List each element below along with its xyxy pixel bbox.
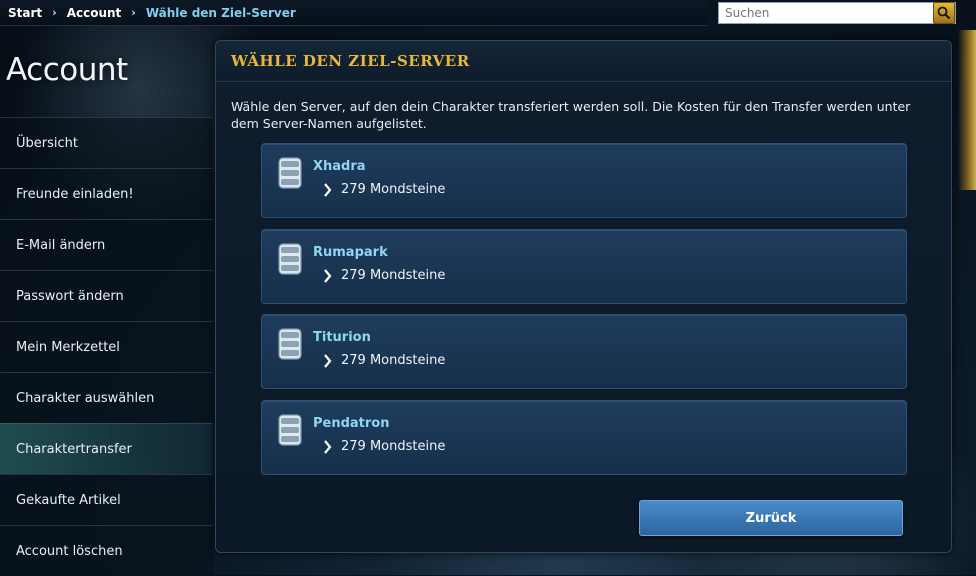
sidebar-item-label: E-Mail ändern	[16, 237, 106, 253]
sidebar-item-label: Passwort ändern	[16, 288, 124, 304]
breadcrumb-chevron-icon: ›	[131, 6, 136, 19]
breadcrumb-start[interactable]: Start	[8, 6, 42, 20]
server-card-xhadra[interactable]: Xhadra 279 Mondsteine	[261, 143, 907, 218]
database-icon	[278, 243, 302, 275]
search-input[interactable]	[718, 2, 956, 24]
chevron-right-icon	[324, 440, 332, 454]
panel-title: WÄHLE DEN ZIEL-SERVER	[231, 52, 470, 70]
sidebar-item-charakter-auswaehlen[interactable]: Charakter auswählen	[0, 372, 213, 423]
sidebar-item-label: Gekaufte Artikel	[16, 492, 121, 508]
chevron-right-icon	[324, 354, 332, 368]
server-name: Pendatron	[313, 416, 390, 431]
server-name: Rumapark	[313, 245, 388, 260]
server-card-pendatron[interactable]: Pendatron 279 Mondsteine	[261, 400, 907, 475]
server-card-rumapark[interactable]: Rumapark 279 Mondsteine	[261, 229, 907, 304]
sidebar-item-freunde-einladen[interactable]: Freunde einladen!	[0, 168, 213, 219]
breadcrumb: Start › Account › Wähle den Ziel-Server	[0, 0, 707, 26]
sidebar-item-label: Mein Merkzettel	[16, 339, 120, 355]
sidebar-item-label: Charakter auswählen	[16, 390, 155, 406]
search-icon	[937, 6, 951, 20]
sidebar-item-gekaufte-artikel[interactable]: Gekaufte Artikel	[0, 474, 213, 525]
sidebar-item-label: Account löschen	[16, 543, 123, 559]
search-button[interactable]	[933, 2, 955, 24]
server-selection-panel: WÄHLE DEN ZIEL-SERVER Wähle den Server, …	[215, 40, 952, 553]
sidebar-item-uebersicht[interactable]: Übersicht	[0, 117, 213, 168]
server-cost: 279 Mondsteine	[341, 439, 446, 454]
sidebar-item-email-aendern[interactable]: E-Mail ändern	[0, 219, 213, 270]
sidebar-item-label: Freunde einladen!	[16, 186, 134, 202]
decorative-gold-edge	[958, 30, 976, 190]
server-card-titurion[interactable]: Titurion 279 Mondsteine	[261, 314, 907, 389]
sidebar-item-label: Übersicht	[16, 135, 78, 151]
sidebar-item-merkzettel[interactable]: Mein Merkzettel	[0, 321, 213, 372]
server-cost: 279 Mondsteine	[341, 353, 446, 368]
database-icon	[278, 414, 302, 446]
panel-intro-text: Wähle den Server, auf den dein Charakter…	[231, 99, 911, 131]
sidebar-item-account-loeschen[interactable]: Account löschen	[0, 525, 213, 576]
sidebar-item-charaktertransfer[interactable]: Charaktertransfer	[0, 423, 213, 474]
chevron-right-icon	[324, 269, 332, 283]
breadcrumb-chevron-icon: ›	[52, 6, 57, 19]
breadcrumb-account[interactable]: Account	[67, 6, 122, 20]
sidebar-nav: Übersicht Freunde einladen! E-Mail änder…	[0, 117, 213, 576]
database-icon	[278, 157, 302, 189]
sidebar-title: Account	[6, 52, 128, 88]
server-name: Titurion	[313, 330, 371, 345]
server-cost: 279 Mondsteine	[341, 182, 446, 197]
back-button[interactable]: Zurück	[639, 500, 903, 536]
panel-header: WÄHLE DEN ZIEL-SERVER	[216, 41, 951, 82]
server-cost: 279 Mondsteine	[341, 268, 446, 283]
sidebar-item-passwort-aendern[interactable]: Passwort ändern	[0, 270, 213, 321]
sidebar-item-label: Charaktertransfer	[16, 441, 132, 457]
server-name: Xhadra	[313, 159, 366, 174]
chevron-right-icon	[324, 183, 332, 197]
breadcrumb-current: Wähle den Ziel-Server	[145, 5, 296, 20]
database-icon	[278, 328, 302, 360]
